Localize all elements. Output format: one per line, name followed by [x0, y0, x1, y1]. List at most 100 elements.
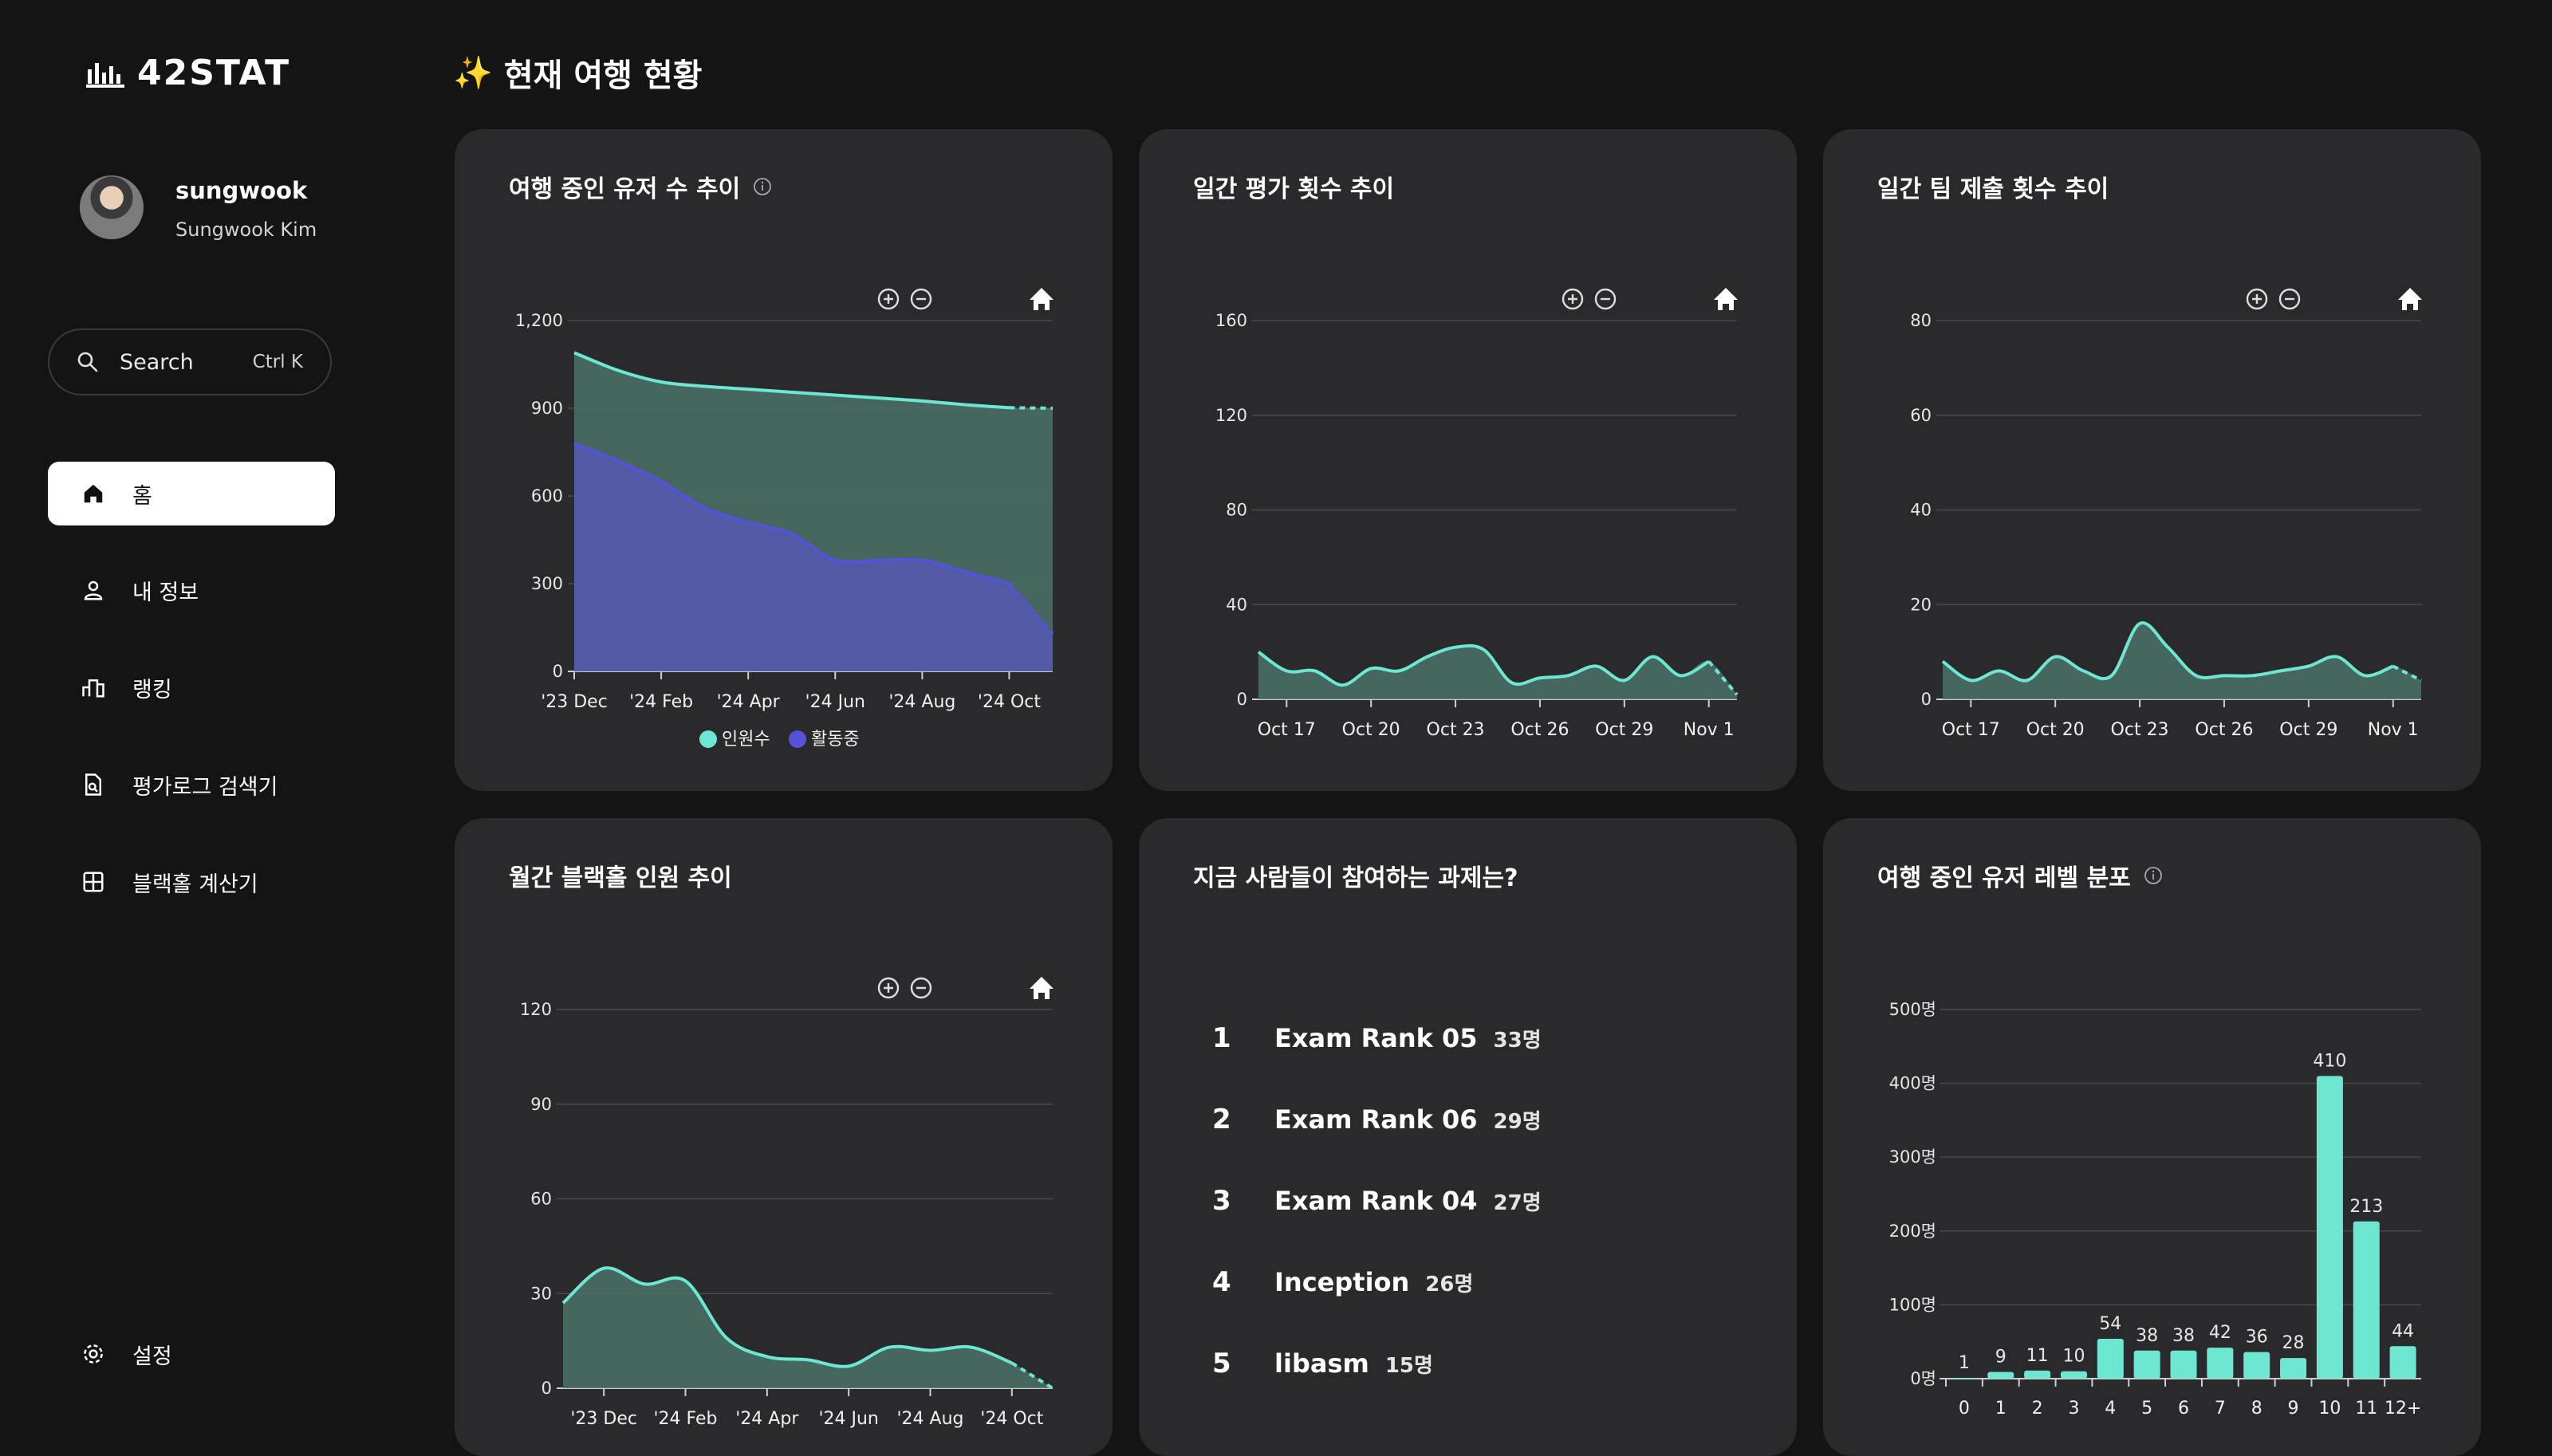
project-row[interactable]: 3 Exam Rank 04 27명	[1212, 1185, 1542, 1217]
reset-zoom-home-icon	[1714, 288, 1738, 310]
brand-logo[interactable]: 42STAT	[86, 53, 290, 93]
x-tick-label: Oct 17	[1942, 720, 2000, 740]
x-tick-label: 4	[2105, 1399, 2116, 1419]
y-tick-label: 80	[1910, 311, 1932, 330]
x-tick-label: '24 Oct	[980, 1409, 1043, 1429]
nav-item-eval-log-search[interactable]: 평가로그 검색기	[48, 753, 335, 817]
chart-levels[interactable]: 0명100명200명300명400명500명109111210354438538…	[1823, 818, 2481, 1437]
x-tick-label: 3	[2068, 1399, 2079, 1419]
chart-users[interactable]: 0 300 600 900 1,200 '23 Dec '24 Feb '24 Apr '24 …	[455, 129, 1113, 791]
y-tick-label: 80	[1226, 501, 1247, 520]
y-tick-label: 200명	[1889, 1222, 1936, 1241]
card-title: 지금 사람들이 참여하는 과제는?	[1193, 858, 1518, 893]
x-tick-label: Oct 20	[1342, 720, 1400, 740]
x-tick-label: 9	[2288, 1399, 2299, 1419]
project-count: 29명	[1493, 1110, 1542, 1134]
y-tick-label: 0	[553, 662, 563, 681]
page-title-text: 현재 여행 현황	[503, 57, 703, 94]
zoom-in-icon-plus	[2252, 294, 2262, 304]
bar	[2170, 1350, 2197, 1379]
x-tick-label: '24 Jun	[805, 692, 865, 712]
x-tick-label: Oct 26	[1510, 720, 1569, 740]
bar-value-label: 11	[2026, 1346, 2049, 1366]
y-tick-label: 0	[1921, 690, 1932, 709]
gear-icon	[84, 1344, 103, 1364]
project-count: 33명	[1493, 1029, 1542, 1053]
x-tick-label: '24 Feb	[654, 1409, 718, 1429]
y-tick-label: 0명	[1910, 1369, 1936, 1388]
reset-zoom-home-icon	[1030, 288, 1053, 310]
x-tick-label: Nov 1	[2368, 720, 2419, 740]
project-rank: 1	[1212, 1022, 1231, 1054]
x-tick-label: 12+	[2385, 1399, 2421, 1419]
sparkles-icon: ✨	[453, 54, 493, 92]
y-tick-label: 600	[531, 486, 563, 506]
zoom-in-icon-plus	[884, 294, 893, 304]
bar-value-label: 42	[2209, 1323, 2231, 1343]
x-tick-label: 10	[2318, 1399, 2341, 1419]
x-tick-label: 7	[2215, 1399, 2226, 1419]
project-row[interactable]: 4 Inception 26명	[1212, 1266, 1473, 1298]
x-tick-label: Oct 23	[2111, 720, 2169, 740]
chart-blackhole[interactable]: 0 30 60 90 120 '23 Dec '24 Feb '24 Apr '24 Jun '2…	[455, 818, 1113, 1437]
x-tick-label: '24 Oct	[978, 692, 1041, 712]
y-tick-label: 900	[531, 399, 563, 418]
nav-item-blackhole-calculator[interactable]: 블랙홀 계산기	[48, 850, 335, 914]
x-tick-label: '24 Jun	[818, 1409, 878, 1429]
y-tick-label: 60	[530, 1190, 552, 1209]
chart-teams[interactable]: 0 20 40 60 80 Oct 17 Oct 20 Oct 23 Oct 26 Oct 29 N…	[1823, 129, 2481, 791]
settings-button[interactable]: 설정	[48, 1322, 335, 1386]
project-name: Exam Rank 05	[1274, 1023, 1478, 1053]
card-level-distribution: 여행 중인 유저 레벨 분포 0명 100명 200명 300명 400명 500명 1 0 9…	[1823, 818, 2481, 1456]
bar-value-label: 1	[1959, 1353, 1970, 1373]
page-title: ✨ 현재 여행 현황	[453, 49, 702, 96]
project-name: Exam Rank 04	[1274, 1186, 1478, 1216]
bar	[2133, 1350, 2160, 1379]
x-tick-label: 6	[2178, 1399, 2189, 1419]
bar	[2207, 1348, 2234, 1379]
project-row[interactable]: 2 Exam Rank 06 29명	[1212, 1104, 1542, 1135]
x-tick-label: '23 Dec	[570, 1409, 637, 1429]
chart-evals[interactable]: 0 40 80 120 160 Oct 17 Oct 20 Oct 23 Oct 26 Oct 2…	[1139, 129, 1797, 791]
bar-value-label: 9	[1995, 1348, 2007, 1367]
x-tick-label: 0	[1959, 1399, 1970, 1419]
x-tick-label: '24 Apr	[717, 692, 781, 712]
y-tick-label: 0	[1237, 690, 1247, 709]
nav-item-home[interactable]: 홈	[48, 462, 335, 525]
y-tick-label: 120	[520, 1000, 552, 1019]
nav-item-ranking[interactable]: 랭킹	[48, 655, 335, 719]
bar-value-label: 410	[2313, 1051, 2346, 1071]
project-row[interactable]: 5 libasm 15명	[1212, 1348, 1433, 1379]
reset-zoom-home-icon	[2398, 288, 2422, 310]
y-tick-label: 300	[531, 574, 563, 593]
legend-label: 활동중	[811, 730, 860, 750]
settings-label: 설정	[132, 1344, 172, 1369]
reset-zoom-home-icon	[1030, 977, 1053, 999]
card-title-text: 지금 사람들이 참여하는 과제는?	[1193, 864, 1518, 892]
project-name: libasm	[1274, 1348, 1369, 1379]
bar	[2316, 1076, 2343, 1379]
avatar[interactable]	[80, 175, 144, 239]
nav-item-profile[interactable]: 내 정보	[48, 558, 335, 622]
y-tick-label: 40	[1226, 595, 1247, 614]
zoom-in-icon-plus	[1568, 294, 1577, 304]
bar-value-label: 28	[2282, 1333, 2305, 1353]
bar	[1987, 1371, 2014, 1379]
bar	[2024, 1370, 2051, 1379]
y-tick-label: 400명	[1889, 1074, 1936, 1093]
brand-name: 42STAT	[137, 53, 291, 93]
bar-value-label: 54	[2099, 1314, 2121, 1334]
nav-label: 랭킹	[132, 677, 172, 702]
bar	[2389, 1346, 2416, 1379]
search-shortcut: Ctrl K	[252, 352, 303, 372]
x-tick-label: '24 Aug	[897, 1409, 964, 1429]
y-tick-label: 40	[1910, 501, 1932, 520]
bar	[2097, 1338, 2124, 1379]
x-tick-label: 1	[1995, 1399, 2007, 1419]
y-tick-label: 300명	[1889, 1147, 1936, 1167]
bar	[2353, 1221, 2380, 1379]
card-daily-evals: 일간 평가 횟수 추이 0 40 80 120 160 Oct 17 Oct 20 Oct 2…	[1139, 129, 1797, 791]
project-row[interactable]: 1 Exam Rank 05 33명	[1212, 1022, 1542, 1054]
search-button[interactable]: Search Ctrl K	[48, 329, 332, 395]
y-tick-label: 30	[530, 1284, 552, 1303]
